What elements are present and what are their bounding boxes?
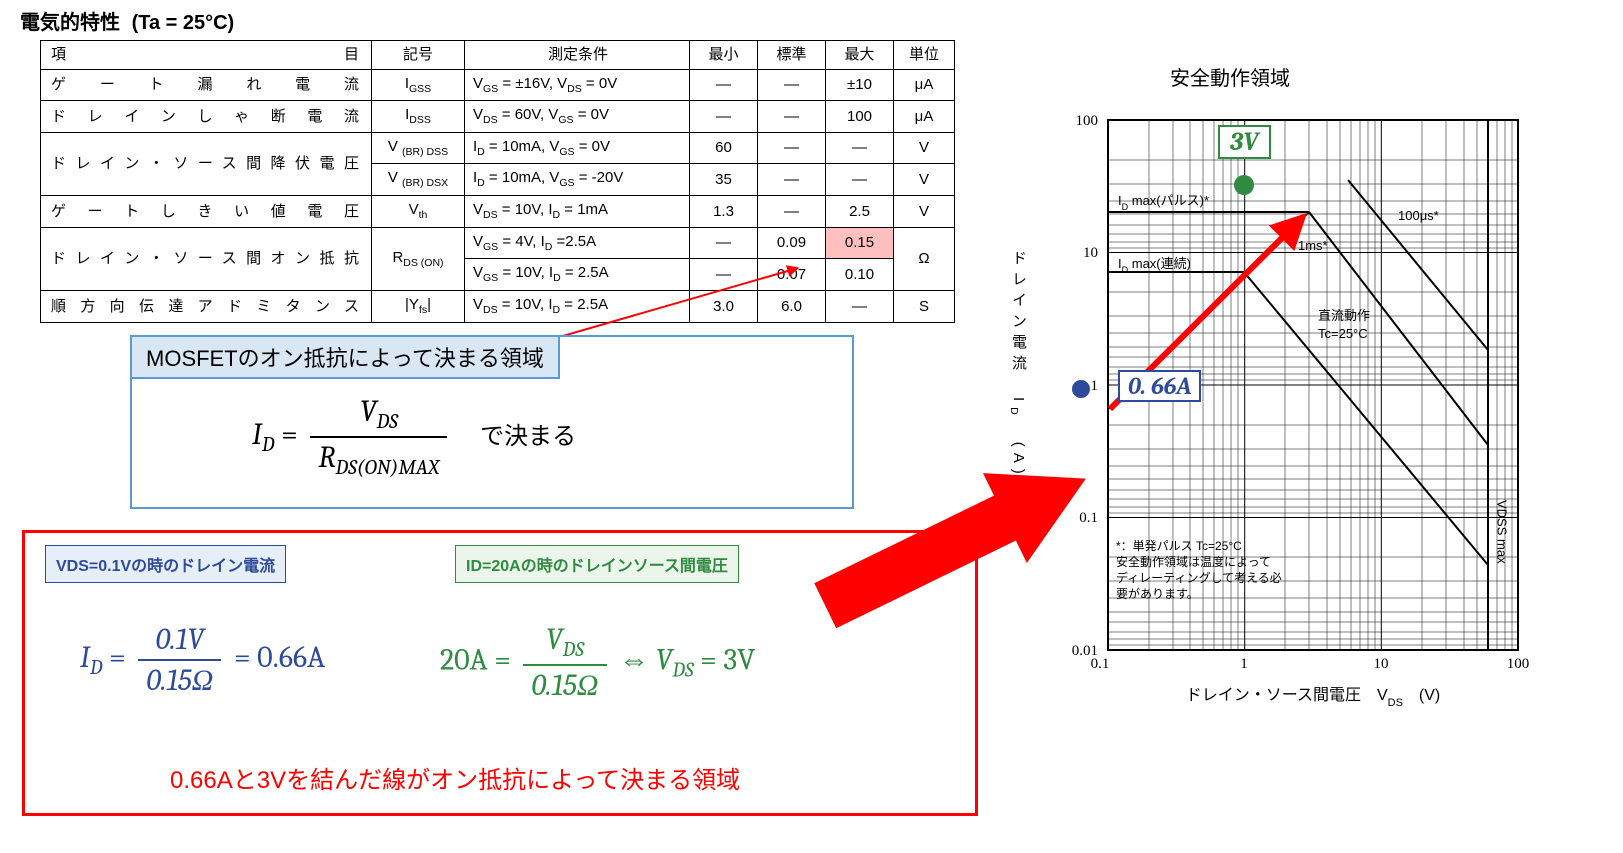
- point-blue-icon: [1072, 380, 1090, 398]
- title-text: 電気的特性: [20, 12, 120, 34]
- svg-text:10: 10: [1083, 245, 1098, 261]
- col-typ: 標準: [758, 41, 826, 70]
- svg-text:ドレイン・ソース間電圧 VDS (V): ドレイン・ソース間電圧 VDS (V): [1186, 687, 1441, 709]
- col-symbol: 記号: [372, 41, 465, 70]
- svg-text:要があります。: 要があります。: [1116, 586, 1199, 601]
- soa-chart: 0.1 1 10 100 100 10 1 0.1 0.01 ドレイン・ソース間…: [1048, 90, 1568, 740]
- point-green-icon: [1234, 175, 1254, 195]
- chart-ylabel: ドレイン電流 ID (A): [1008, 250, 1029, 480]
- svg-text:1: 1: [1091, 378, 1099, 394]
- table-header-row: 項目 記号 測定条件 最小 標準 最大 単位: [41, 41, 955, 70]
- svg-text:*：単発パルス Tc=25°C: *：単発パルス Tc=25°C: [1116, 539, 1242, 553]
- table-row: 順方向伝達アドミタンス |Yfs| VDS = 10V, ID = 2.5A 3…: [41, 290, 955, 322]
- tag-id-case: ID=20Aの時のドレインソース間電圧: [455, 545, 739, 583]
- conclusion-text: 0.66Aと3Vを結んだ線がオン抵抗によって決まる領域: [170, 760, 740, 795]
- col-unit: 単位: [894, 41, 955, 70]
- section-title: 電気的特性 (Ta = 25°C): [20, 6, 234, 35]
- svg-text:Tc=25°C: Tc=25°C: [1318, 326, 1368, 341]
- svg-text:安全動作領域は温度によって: 安全動作領域は温度によって: [1116, 554, 1271, 569]
- col-param: 項目: [41, 41, 372, 70]
- table-row: ゲート漏れ電流 IGSS VGS = ±16V, VDS = 0V — — ±1…: [41, 69, 955, 101]
- svg-text:100: 100: [1507, 656, 1530, 672]
- svg-text:直流動作: 直流動作: [1318, 308, 1370, 323]
- svg-text:0.1: 0.1: [1079, 510, 1098, 526]
- badge-3v: 3V: [1218, 125, 1271, 159]
- table-row: ドレインしゃ断電流 IDSS VDS = 60V, VGS = 0V — — 1…: [41, 101, 955, 133]
- equation-id-formula: ID = VDS RDS(ON)MAX で決まる: [252, 392, 576, 482]
- svg-text:100: 100: [1076, 113, 1099, 129]
- svg-text:0.01: 0.01: [1072, 643, 1098, 659]
- highlighted-rdson-max: 0.15: [826, 227, 894, 259]
- col-min: 最小: [690, 41, 758, 70]
- col-max: 最大: [826, 41, 894, 70]
- badge-066a: 0. 66A: [1118, 370, 1201, 402]
- svg-text:VDSS max: VDSS max: [1495, 500, 1510, 564]
- title-condition: (Ta = 25°C): [132, 12, 235, 34]
- calculation-green: 20A = VDS0.15Ω ⇔ VDS = 3V: [440, 620, 755, 705]
- svg-text:1: 1: [1240, 656, 1248, 672]
- equation-box-on-resistance: MOSFETのオン抵抗によって決まる領域 ID = VDS RDS(ON)MAX…: [130, 335, 854, 509]
- svg-text:100μs*: 100μs*: [1398, 208, 1439, 223]
- chart-title: 安全動作領域: [1170, 62, 1290, 91]
- table-row: ドレイン・ソース間オン抵抗 RDS (ON) VGS = 4V, ID =2.5…: [41, 227, 955, 259]
- characteristics-table: 項目 記号 測定条件 最小 標準 最大 単位 ゲート漏れ電流 IGSS VGS …: [40, 40, 955, 323]
- tag-vds-case: VDS=0.1Vの時のドレイン電流: [45, 545, 286, 583]
- equation-box-header: MOSFETのオン抵抗によって決まる領域: [130, 335, 560, 379]
- svg-text:ディレーティングして考える必: ディレーティングして考える必: [1116, 570, 1282, 585]
- table-row: ドレイン・ソース間降伏電圧 V (BR) DSS ID = 10mA, VGS …: [41, 132, 955, 164]
- svg-text:10: 10: [1374, 656, 1389, 672]
- col-cond: 測定条件: [465, 41, 690, 70]
- svg-text:ID max(パルス)*: ID max(パルス)*: [1118, 193, 1209, 212]
- table-row: ゲートしきい値電圧 Vth VDS = 10V, ID = 1mA 1.3 — …: [41, 196, 955, 228]
- svg-text:1ms*: 1ms*: [1298, 238, 1328, 253]
- calculation-blue: ID = 0.1V0.15Ω = 0.66A: [80, 620, 325, 700]
